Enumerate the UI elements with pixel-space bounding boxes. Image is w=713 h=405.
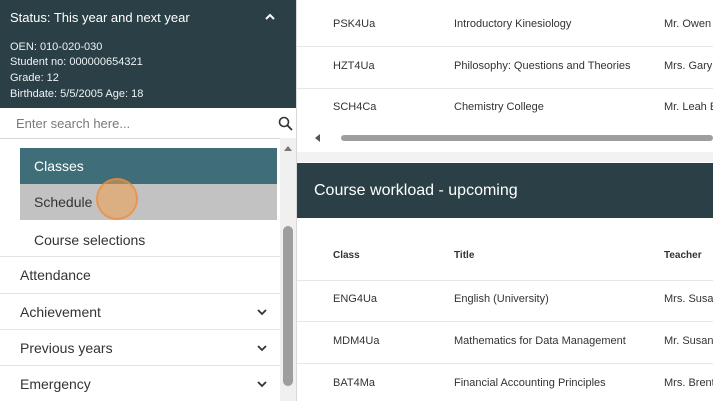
workload-section-header: Course workload - upcoming: [297, 163, 713, 218]
current-courses-table: PSK4Ua Introductory Kinesiology Mr. Owen…: [297, 0, 713, 162]
teacher-cell: Mr. Owen I: [664, 18, 713, 30]
oen-text: OEN: 010-020-030: [10, 41, 103, 53]
click-highlight-indicator: [96, 178, 138, 220]
chevron-down-icon: [257, 309, 267, 316]
course-title-cell: Chemistry College: [454, 101, 544, 113]
student-number-text: Student no: 000000654321: [10, 56, 143, 68]
search-icon[interactable]: [278, 116, 293, 131]
nav-item-emergency[interactable]: Emergency: [0, 365, 280, 401]
class-code-cell: PSK4Ua: [333, 18, 376, 30]
nav-item-label: Achievement: [20, 304, 101, 320]
nav-item-label: Attendance: [20, 267, 91, 283]
teacher-cell: Mr. Leah E: [664, 101, 713, 113]
section-title: Course workload - upcoming: [314, 182, 518, 199]
teacher-cell: Mr. Susan: [664, 335, 713, 347]
search-input[interactable]: [0, 108, 270, 138]
nav-item-schedule[interactable]: Schedule: [20, 184, 277, 220]
chevron-down-icon: [257, 345, 267, 352]
column-header-class[interactable]: Class: [333, 250, 360, 261]
class-code-cell: BAT4Ma: [333, 377, 375, 389]
teacher-cell: Mrs. Susar: [664, 293, 713, 305]
course-title-cell: Introductory Kinesiology: [454, 18, 572, 30]
grade-text: Grade: 12: [10, 72, 59, 84]
column-header-teacher[interactable]: Teacher: [664, 250, 702, 261]
table-header-row: Class Title Teacher: [297, 218, 713, 281]
nav-item-achievement[interactable]: Achievement: [0, 293, 280, 329]
class-code-cell: MDM4Ua: [333, 335, 380, 347]
nav-item-label: Previous years: [20, 340, 113, 356]
course-title-cell: Financial Accounting Principles: [454, 377, 606, 389]
sidebar-scrollbar[interactable]: [280, 138, 296, 401]
left-panel: Status: This year and next year OEN: 010…: [0, 0, 297, 401]
scroll-up-arrow-icon[interactable]: [284, 146, 292, 151]
status-filter-label[interactable]: Status: This year and next year: [10, 10, 190, 25]
class-code-cell: ENG4Ua: [333, 293, 378, 305]
nav-item-previous-years[interactable]: Previous years: [0, 329, 280, 365]
table-row[interactable]: ENG4Ua English (University) Mrs. Susar: [297, 280, 713, 322]
table-row[interactable]: SCH4Ca Chemistry College Mr. Leah E: [297, 88, 713, 129]
teacher-cell: Mrs. Gary: [664, 60, 713, 72]
class-code-cell: HZT4Ua: [333, 60, 375, 72]
table-row[interactable]: HZT4Ua Philosophy: Questions and Theorie…: [297, 47, 713, 89]
main-content: PSK4Ua Introductory Kinesiology Mr. Owen…: [297, 0, 713, 401]
nav-item-label: Emergency: [20, 376, 91, 392]
side-navigation: Classes Schedule Course selections Atten…: [0, 138, 280, 401]
course-title-cell: Mathematics for Data Management: [454, 335, 626, 347]
search-bar: [0, 108, 296, 139]
scrollbar-thumb[interactable]: [283, 226, 293, 386]
upcoming-courses-table: Class Title Teacher ENG4Ua English (Univ…: [297, 218, 713, 401]
horizontal-scrollbar[interactable]: [315, 131, 713, 145]
birthdate-age-text: Birthdate: 5/5/2005 Age: 18: [10, 88, 144, 100]
nav-item-classes[interactable]: Classes: [20, 148, 277, 184]
teacher-cell: Mrs. Brent: [664, 377, 713, 389]
course-title-cell: Philosophy: Questions and Theories: [454, 60, 631, 72]
table-row[interactable]: MDM4Ua Mathematics for Data Management M…: [297, 322, 713, 364]
nav-item-course-selections[interactable]: Course selections: [20, 222, 277, 258]
nav-item-attendance[interactable]: Attendance: [0, 256, 280, 292]
course-title-cell: English (University): [454, 293, 549, 305]
class-code-cell: SCH4Ca: [333, 101, 377, 113]
chevron-up-icon[interactable]: [263, 10, 277, 24]
column-header-title[interactable]: Title: [454, 250, 474, 261]
student-info-card: Status: This year and next year OEN: 010…: [0, 0, 296, 108]
scrollbar-thumb[interactable]: [341, 135, 713, 141]
chevron-down-icon: [257, 381, 267, 388]
section-divider: [297, 152, 713, 162]
table-row[interactable]: BAT4Ma Financial Accounting Principles M…: [297, 364, 713, 405]
table-row[interactable]: PSK4Ua Introductory Kinesiology Mr. Owen…: [297, 5, 713, 47]
scroll-left-arrow-icon[interactable]: [315, 134, 320, 142]
